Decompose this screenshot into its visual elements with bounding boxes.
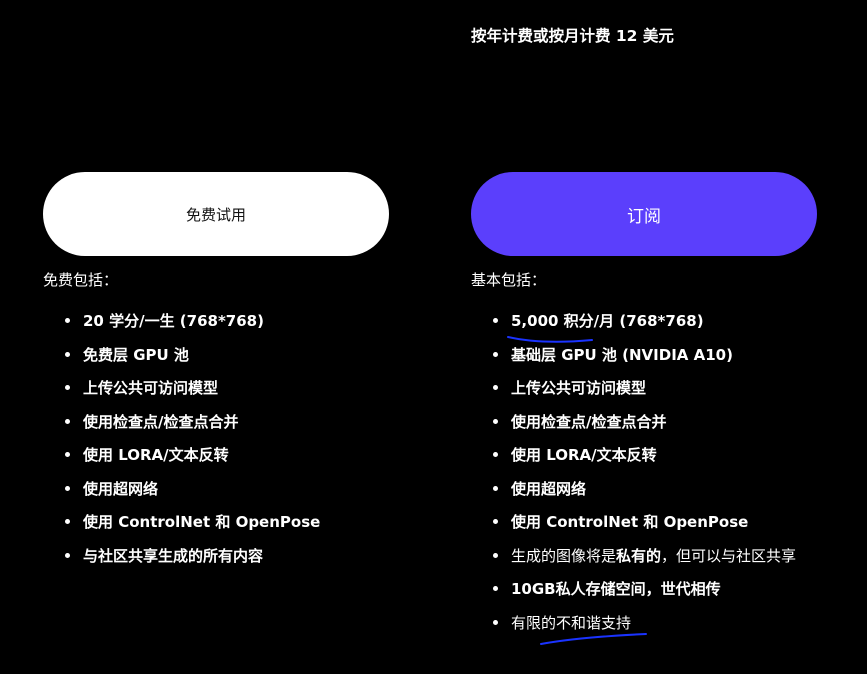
free-includes-label: 免费包括： bbox=[43, 271, 119, 289]
feature-text-suffix: ，但可以与社区共享 bbox=[661, 546, 797, 565]
bullet-icon bbox=[493, 318, 498, 323]
feature-text: 基础层 GPU 池 (NVIDIA A10) bbox=[511, 345, 733, 364]
list-item: 使用 LORA/文本反转 bbox=[471, 446, 817, 480]
feature-text-emphasis: 私有的 bbox=[616, 546, 662, 565]
feature-text: 使用超网络 bbox=[511, 479, 587, 498]
billing-note: 按年计费或按月计费 12 美元 bbox=[471, 27, 674, 45]
list-item: 有限的不和谐支持 bbox=[471, 614, 817, 648]
bullet-icon bbox=[65, 418, 70, 424]
list-item: 使用检查点/检查点合并 bbox=[471, 413, 817, 447]
bullet-icon bbox=[493, 619, 498, 625]
list-item: 使用超网络 bbox=[471, 480, 817, 514]
feature-text: 使用 ControlNet 和 OpenPose bbox=[511, 513, 749, 531]
bullet-icon bbox=[65, 452, 70, 457]
bullet-icon bbox=[65, 385, 70, 390]
bullet-icon bbox=[493, 351, 498, 357]
basic-includes-label: 基本包括： bbox=[471, 271, 547, 289]
bullet-icon bbox=[493, 418, 498, 424]
feature-text: 免费层 GPU 池 bbox=[83, 345, 189, 364]
bullet-icon bbox=[493, 586, 498, 591]
feature-text: 上传公共可访问模型 bbox=[511, 379, 647, 397]
feature-text: 使用 ControlNet 和 OpenPose bbox=[83, 513, 321, 531]
feature-text: 使用检查点/检查点合并 bbox=[511, 412, 667, 431]
free-plan: 免费试用 免费包括： 20 学分/一生 (768*768) 免费层 GPU 池 … bbox=[43, 172, 389, 580]
list-item: 使用超网络 bbox=[43, 480, 389, 514]
free-feature-list: 20 学分/一生 (768*768) 免费层 GPU 池 上传公共可访问模型 使… bbox=[43, 312, 389, 580]
feature-text: 使用 LORA/文本反转 bbox=[83, 446, 229, 464]
feature-text: 20 学分/一生 (768*768) bbox=[83, 312, 264, 330]
list-item: 免费层 GPU 池 bbox=[43, 346, 389, 380]
list-item: 5,000 积分/月 (768*768) bbox=[471, 312, 817, 346]
feature-text: 使用检查点/检查点合并 bbox=[83, 412, 239, 431]
feature-text: 上传公共可访问模型 bbox=[83, 379, 219, 397]
list-item: 使用检查点/检查点合并 bbox=[43, 413, 389, 447]
basic-feature-list: 5,000 积分/月 (768*768) 基础层 GPU 池 (NVIDIA A… bbox=[471, 312, 817, 647]
list-item: 上传公共可访问模型 bbox=[43, 379, 389, 413]
feature-text: 有限的不和谐支持 bbox=[511, 613, 632, 632]
feature-text: 使用 LORA/文本反转 bbox=[511, 446, 657, 464]
bullet-icon bbox=[493, 552, 498, 558]
list-item: 使用 LORA/文本反转 bbox=[43, 446, 389, 480]
bullet-icon bbox=[493, 385, 498, 390]
bullet-icon bbox=[65, 485, 70, 491]
subscribe-button[interactable]: 订阅 bbox=[471, 172, 817, 256]
basic-plan: 订阅 基本包括： 5,000 积分/月 (768*768) 基础层 GPU 池 … bbox=[471, 172, 817, 647]
list-item: 使用 ControlNet 和 OpenPose bbox=[471, 513, 817, 547]
list-item: 生成的图像将是私有的，但可以与社区共享 bbox=[471, 547, 817, 581]
free-trial-button[interactable]: 免费试用 bbox=[43, 172, 389, 256]
feature-text-prefix: 生成的图像将是 bbox=[511, 546, 617, 565]
feature-text: 5,000 积分/月 (768*768) bbox=[511, 312, 704, 330]
bullet-icon bbox=[493, 485, 498, 491]
feature-text: 与社区共享生成的所有内容 bbox=[83, 546, 264, 565]
list-item: 10GB私人存储空间，世代相传 bbox=[471, 580, 817, 614]
list-item: 与社区共享生成的所有内容 bbox=[43, 547, 389, 581]
feature-text: 使用超网络 bbox=[83, 479, 159, 498]
bullet-icon bbox=[65, 552, 70, 558]
list-item: 20 学分/一生 (768*768) bbox=[43, 312, 389, 346]
bullet-icon bbox=[493, 519, 498, 524]
list-item: 基础层 GPU 池 (NVIDIA A10) bbox=[471, 346, 817, 380]
bullet-icon bbox=[493, 452, 498, 457]
list-item: 使用 ControlNet 和 OpenPose bbox=[43, 513, 389, 547]
bullet-icon bbox=[65, 351, 70, 357]
list-item: 上传公共可访问模型 bbox=[471, 379, 817, 413]
bullet-icon bbox=[65, 519, 70, 524]
feature-text: 10GB私人存储空间，世代相传 bbox=[511, 580, 721, 598]
bullet-icon bbox=[65, 318, 70, 323]
